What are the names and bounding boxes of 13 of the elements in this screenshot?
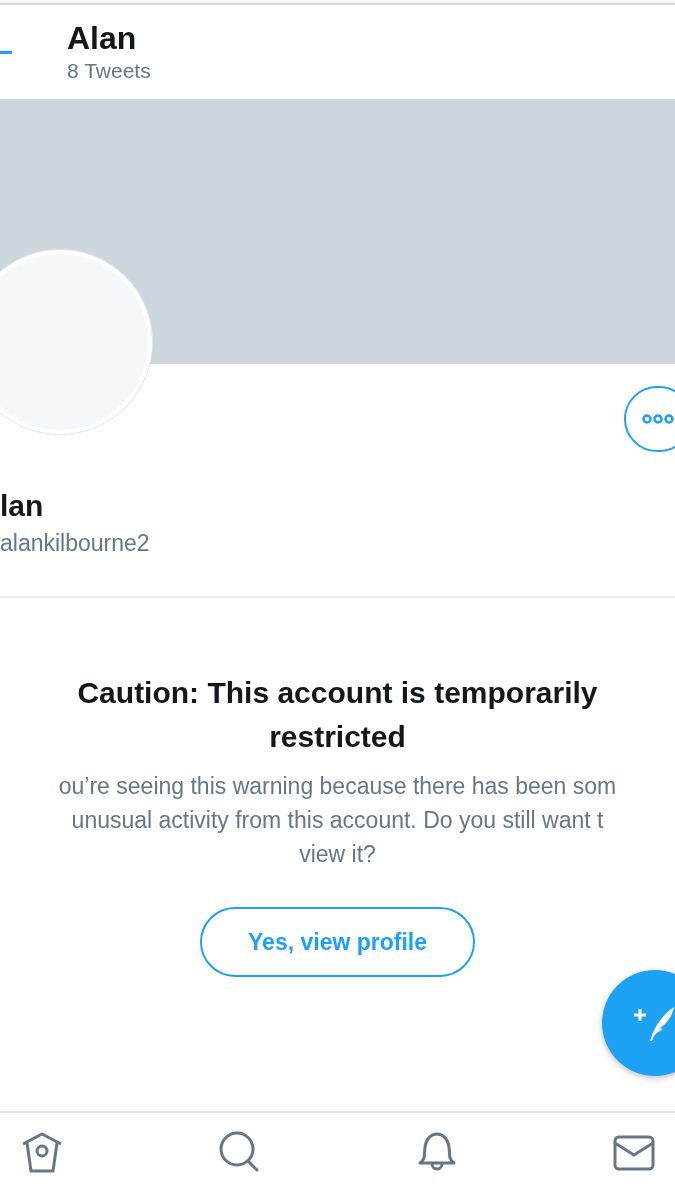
profile-name: lan xyxy=(0,488,44,524)
profile-handle: alankilbourne2 xyxy=(0,529,150,558)
warning-text: unusual activity from this account. Do you still want t xyxy=(71,806,604,835)
warning-text: ou’re seeing this warning because there has been som xyxy=(58,772,617,801)
view-profile-button[interactable]: Yes, view profile xyxy=(200,907,475,977)
profile-title: Alan xyxy=(67,19,137,57)
home-icon[interactable] xyxy=(20,1130,64,1175)
more-options-button[interactable] xyxy=(624,386,675,452)
ellipsis-icon xyxy=(642,414,675,424)
mail-icon[interactable] xyxy=(613,1134,655,1171)
tweet-count: 8 Tweets xyxy=(67,58,151,84)
warning-text: view it? xyxy=(299,840,376,869)
caution-title: Caution: This account is temporarily restricted xyxy=(76,675,599,755)
